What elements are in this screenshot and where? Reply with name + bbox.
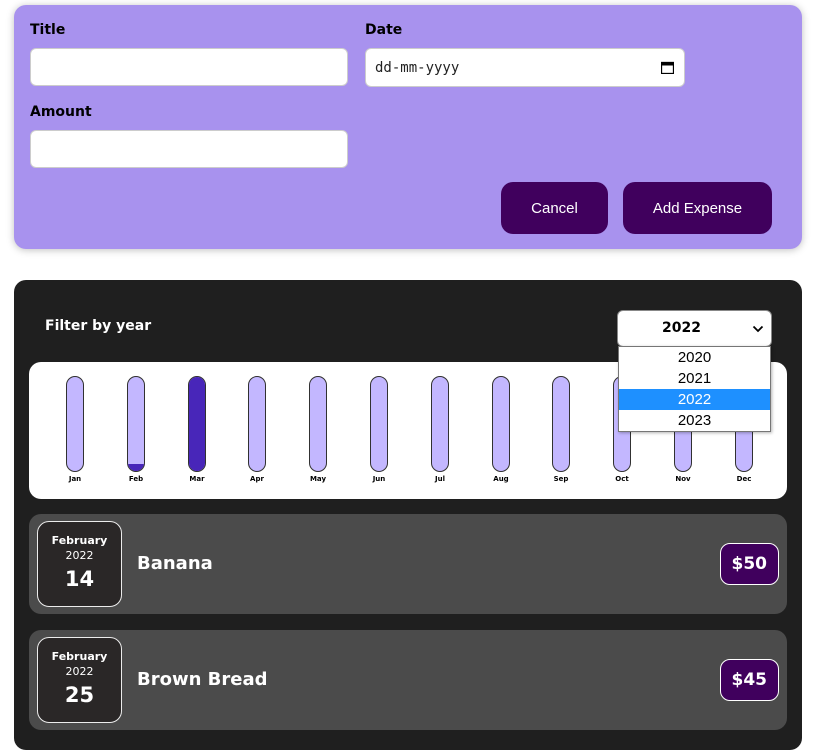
chart-label-apr: Apr (250, 475, 264, 483)
chart-bar-fill (189, 377, 205, 471)
year-select-value: 2022 (662, 320, 701, 336)
add-expense-button[interactable]: Add Expense (623, 182, 772, 234)
chart-label-feb: Feb (128, 475, 144, 483)
calendar-icon[interactable] (661, 61, 674, 74)
expense-year: 2022 (65, 665, 94, 678)
amount-label: Amount (30, 104, 92, 120)
chart-bar-jun (370, 376, 388, 472)
chart-bar-jul (431, 376, 449, 472)
chart-label-jan: Jan (68, 475, 82, 483)
chart-bar-track (248, 376, 266, 472)
chart-bar-jan (66, 376, 84, 472)
expense-item: February 2022 25 Brown Bread $45 (29, 630, 787, 730)
chevron-down-icon (752, 325, 764, 333)
expense-date: February 2022 14 (37, 521, 122, 607)
date-placeholder: dd-mm-yyyy (375, 60, 460, 76)
title-input[interactable] (30, 48, 348, 86)
chart-bar-feb (127, 376, 145, 472)
expense-title: Banana (137, 553, 213, 574)
year-dropdown-list: 2020 2021 2022 2023 (618, 346, 771, 432)
year-option-2020[interactable]: 2020 (619, 347, 770, 368)
chart-bar-mar (188, 376, 206, 472)
chart-label-nov: Nov (675, 475, 691, 483)
expense-month: February (51, 534, 108, 547)
expense-title: Brown Bread (137, 669, 268, 690)
chart-label-may: May (309, 475, 327, 483)
chart-bar-track (431, 376, 449, 472)
amount-input[interactable] (30, 130, 348, 168)
chart-label-mar: Mar (189, 475, 205, 483)
chart-bar-track (370, 376, 388, 472)
chart-bar-track (66, 376, 84, 472)
expense-date: February 2022 25 (37, 637, 122, 723)
chart-bar-track (127, 376, 145, 472)
chart-bar-track (492, 376, 510, 472)
chart-label-jun: Jun (372, 475, 386, 483)
new-expense-form: Title Date dd-mm-yyyy Amount Cancel Add … (14, 5, 802, 249)
chart-bar-track (309, 376, 327, 472)
cancel-button[interactable]: Cancel (501, 182, 608, 234)
expense-day: 14 (64, 567, 95, 591)
year-option-2021[interactable]: 2021 (619, 368, 770, 389)
year-select[interactable]: 2022 (617, 310, 772, 347)
chart-label-jul: Jul (435, 475, 445, 483)
chart-bar-aug (492, 376, 510, 472)
chart-bar-track (188, 376, 206, 472)
chart-label-oct: Oct (615, 475, 629, 483)
chart-bar-track (552, 376, 570, 472)
chart-label-dec: Dec (736, 475, 752, 483)
year-option-2022[interactable]: 2022 (619, 389, 770, 410)
chart-bar-sep (552, 376, 570, 472)
chart-label-aug: Aug (493, 475, 509, 483)
chart-label-sep: Sep (553, 475, 569, 483)
expense-item: February 2022 14 Banana $50 (29, 514, 787, 614)
chart-bar-may (309, 376, 327, 472)
date-input[interactable]: dd-mm-yyyy (365, 48, 685, 87)
expense-year: 2022 (65, 549, 94, 562)
expense-amount: $50 (719, 543, 779, 585)
title-label: Title (30, 22, 66, 38)
expense-day: 25 (64, 683, 95, 707)
year-option-2023[interactable]: 2023 (619, 410, 770, 431)
filter-label: Filter by year (45, 318, 152, 334)
chart-bar-apr (248, 376, 266, 472)
date-label: Date (365, 22, 403, 38)
expense-amount: $45 (719, 659, 779, 701)
chart-bar-fill (128, 464, 144, 471)
expense-month: February (51, 650, 108, 663)
